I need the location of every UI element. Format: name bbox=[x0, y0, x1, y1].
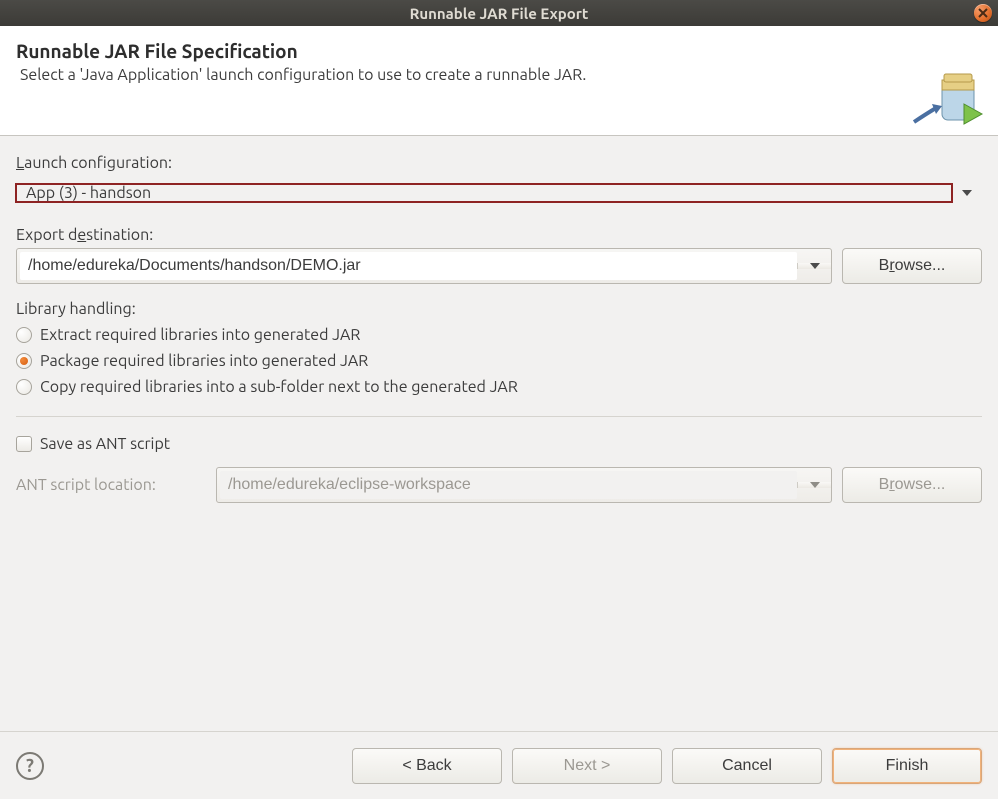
export-destination-combo[interactable] bbox=[16, 248, 832, 284]
jar-export-icon bbox=[908, 56, 988, 136]
wizard-button-bar: ? < Back Next > Cancel Finish bbox=[0, 731, 998, 799]
library-handling-group: Extract required libraries into generate… bbox=[16, 322, 982, 400]
divider bbox=[16, 416, 982, 417]
chevron-down-icon bbox=[952, 190, 982, 196]
export-destination-label: Export destination: bbox=[16, 226, 982, 244]
cancel-button[interactable]: Cancel bbox=[672, 748, 822, 784]
help-icon[interactable]: ? bbox=[16, 752, 44, 780]
chevron-down-icon[interactable] bbox=[797, 263, 831, 269]
export-destination-input[interactable] bbox=[20, 252, 797, 280]
ant-location-label: ANT script location: bbox=[16, 476, 206, 494]
next-button: Next > bbox=[512, 748, 662, 784]
browse-ant-button: Browse... bbox=[842, 467, 982, 503]
back-button[interactable]: < Back bbox=[352, 748, 502, 784]
library-handling-label: Library handling: bbox=[16, 300, 982, 318]
finish-button[interactable]: Finish bbox=[832, 748, 982, 784]
library-option-label: Copy required libraries into a sub-folde… bbox=[40, 378, 518, 396]
library-option-label: Extract required libraries into generate… bbox=[40, 326, 360, 344]
page-title: Runnable JAR File Specification bbox=[16, 40, 982, 62]
page-subtitle: Select a 'Java Application' launch confi… bbox=[20, 66, 982, 84]
radio-icon bbox=[16, 379, 32, 395]
radio-icon bbox=[16, 327, 32, 343]
library-option-label: Package required libraries into generate… bbox=[40, 352, 368, 370]
launch-config-value: App (3) - handson bbox=[16, 184, 952, 202]
ant-location-combo bbox=[216, 467, 832, 503]
radio-icon bbox=[16, 353, 32, 369]
ant-location-input bbox=[220, 471, 797, 499]
chevron-down-icon bbox=[797, 482, 831, 488]
wizard-content: Launch configuration: App (3) - handson … bbox=[0, 136, 998, 503]
library-option-package[interactable]: Package required libraries into generate… bbox=[16, 348, 982, 374]
launch-config-combo[interactable]: App (3) - handson bbox=[16, 176, 982, 210]
library-option-copy[interactable]: Copy required libraries into a sub-folde… bbox=[16, 374, 982, 400]
save-ant-label: Save as ANT script bbox=[40, 435, 170, 453]
browse-destination-button[interactable]: Browse... bbox=[842, 248, 982, 284]
library-option-extract[interactable]: Extract required libraries into generate… bbox=[16, 322, 982, 348]
close-icon[interactable] bbox=[974, 4, 992, 22]
checkbox-icon bbox=[16, 436, 32, 452]
save-ant-checkbox[interactable]: Save as ANT script bbox=[16, 431, 982, 457]
titlebar: Runnable JAR File Export bbox=[0, 0, 998, 26]
launch-config-label: Launch configuration: bbox=[16, 154, 982, 172]
wizard-banner: Runnable JAR File Specification Select a… bbox=[0, 26, 998, 136]
window-title: Runnable JAR File Export bbox=[0, 5, 998, 22]
